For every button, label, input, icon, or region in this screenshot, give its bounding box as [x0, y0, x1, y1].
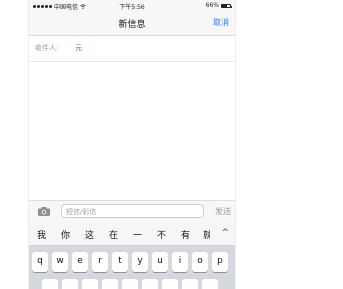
candidate-word[interactable]: 就 [203, 228, 210, 241]
message-input[interactable]: 短信/彩信 [61, 204, 204, 218]
candidate-word[interactable]: 在 [109, 228, 118, 241]
status-time: 下午5:56 [119, 4, 145, 11]
key[interactable] [102, 279, 118, 289]
keyboard-row-2 [29, 279, 235, 289]
candidate-word[interactable]: 你 [61, 228, 70, 241]
key[interactable] [62, 279, 78, 289]
navigation-bar: 新信息 取消 [29, 11, 235, 36]
key[interactable] [182, 279, 198, 289]
status-right: 66% [205, 2, 232, 9]
keyboard: 我 你 这 在 一 不 有 就 ^ q w e r t y u i o p [29, 223, 235, 289]
compose-bar: 短信/彩信 发送 [29, 200, 235, 224]
recipient-input[interactable]: 元 [75, 43, 82, 53]
candidate-word[interactable]: 这 [85, 228, 94, 241]
keyboard-row-1: q w e r t y u i o p [29, 252, 235, 272]
candidate-word[interactable]: 有 [181, 228, 190, 241]
page-title: 新信息 [118, 20, 146, 30]
cancel-button[interactable]: 取消 [213, 17, 229, 28]
expand-candidates-button[interactable]: ^ [221, 228, 229, 238]
phone-screen: 中国电信 下午5:56 66% 新信息 取消 收件人: 元 短信/彩信 发送 我… [28, 0, 236, 289]
key[interactable] [202, 279, 218, 289]
battery-percent: 66% [205, 2, 219, 9]
key[interactable]: e [72, 252, 88, 272]
key[interactable]: i [172, 252, 188, 272]
key[interactable]: q [32, 252, 48, 272]
key[interactable] [122, 279, 138, 289]
battery-fill [222, 4, 228, 7]
key[interactable]: o [192, 252, 208, 272]
recipient-field[interactable]: 收件人: 元 [29, 36, 235, 62]
key[interactable]: p [212, 252, 228, 272]
candidate-word[interactable]: 不 [157, 228, 166, 241]
key[interactable] [82, 279, 98, 289]
recipient-label: 收件人: [35, 44, 59, 52]
key[interactable] [42, 279, 58, 289]
key[interactable]: w [52, 252, 68, 272]
key[interactable]: r [92, 252, 108, 272]
candidate-word[interactable]: 我 [37, 228, 46, 241]
key[interactable] [142, 279, 158, 289]
battery-icon [221, 3, 232, 8]
candidate-bar: 我 你 这 在 一 不 有 就 ^ [29, 223, 235, 246]
status-bar: 中国电信 下午5:56 66% [29, 0, 235, 11]
candidate-word[interactable]: 一 [133, 228, 142, 241]
camera-icon[interactable] [38, 207, 50, 216]
key[interactable]: y [132, 252, 148, 272]
key[interactable]: u [152, 252, 168, 272]
send-button[interactable]: 发送 [215, 206, 231, 217]
key[interactable]: t [112, 252, 128, 272]
key[interactable] [162, 279, 178, 289]
